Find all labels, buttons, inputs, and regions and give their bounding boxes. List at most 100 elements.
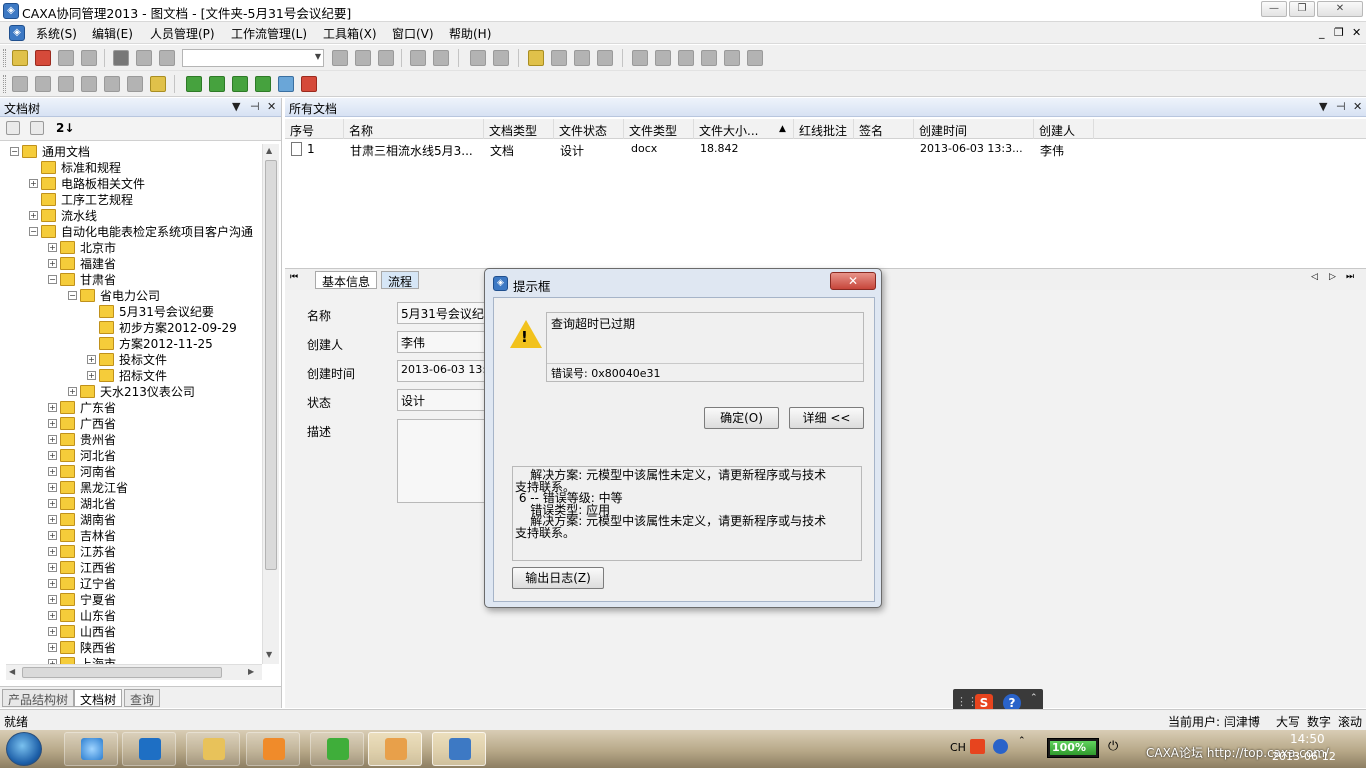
scroll-right-icon[interactable]: ▶ — [248, 667, 254, 676]
expand-icon[interactable]: + — [48, 403, 57, 412]
scroll-thumb[interactable] — [22, 667, 222, 678]
expand-icon[interactable]: + — [48, 531, 57, 540]
export-icon[interactable] — [433, 50, 449, 66]
toolbar-combo[interactable]: ▼ — [182, 49, 324, 67]
toolbar-grip[interactable] — [3, 49, 6, 67]
scroll-left-icon[interactable]: ◀ — [9, 667, 15, 676]
expand-icon[interactable]: + — [48, 467, 57, 476]
tab-product-tree[interactable]: 产品结构树 — [2, 689, 75, 707]
table-row[interactable]: 1 甘肃三相流水线5月3... 文档 设计 docx 18.842 2013-0… — [285, 139, 1366, 159]
menu-edit[interactable]: 编辑(E) — [92, 25, 133, 42]
mdi-close-button[interactable]: ✕ — [1352, 26, 1361, 39]
chevron-down-icon[interactable]: ▼ — [1319, 100, 1327, 113]
move-up-icon[interactable] — [209, 76, 225, 92]
description-field[interactable] — [397, 419, 497, 503]
archive-icon[interactable] — [127, 76, 143, 92]
expand-icon[interactable]: + — [29, 179, 38, 188]
expand-icon[interactable]: + — [48, 435, 57, 444]
collapse-icon[interactable]: − — [10, 147, 19, 156]
col-divider[interactable] — [1093, 119, 1094, 139]
tab-document-tree[interactable]: 文档树 — [74, 689, 123, 707]
tray-expand-icon[interactable]: ⌃ — [1018, 736, 1026, 746]
clock-date[interactable]: 2013-06-12 — [1272, 750, 1336, 763]
settings-gear-icon[interactable] — [724, 50, 740, 66]
expand-icon[interactable]: + — [48, 243, 57, 252]
col-name[interactable]: 名称 — [349, 122, 373, 139]
new-folder-icon[interactable] — [528, 50, 544, 66]
col-divider[interactable] — [853, 119, 854, 139]
expand-all-icon[interactable] — [6, 121, 20, 135]
preview-icon[interactable] — [493, 50, 509, 66]
pin-icon[interactable]: ⊣ — [1336, 100, 1346, 113]
col-divider[interactable] — [793, 119, 794, 139]
taskbar-sogou[interactable] — [310, 732, 364, 766]
export-log-button[interactable]: 输出日志(Z) — [512, 567, 604, 589]
check-list-icon[interactable] — [278, 76, 294, 92]
taskbar-ie[interactable] — [64, 732, 118, 766]
toolbar-grip[interactable] — [3, 75, 6, 93]
taskbar-caxa[interactable] — [432, 732, 486, 766]
col-redline[interactable]: 红线批注 — [799, 122, 847, 139]
mdi-minimize-button[interactable]: _ — [1319, 26, 1325, 39]
col-divider[interactable] — [913, 119, 914, 139]
expand-icon[interactable]: ⌃ — [1030, 693, 1038, 703]
col-divider[interactable] — [1033, 119, 1034, 139]
menu-workflow[interactable]: 工作流管理(L) — [231, 25, 307, 42]
expand-icon[interactable]: + — [48, 259, 57, 268]
expand-icon[interactable]: + — [48, 547, 57, 556]
save-all-icon[interactable] — [81, 50, 97, 66]
col-status[interactable]: 文件状态 — [559, 122, 607, 139]
close-icon[interactable]: ✕ — [1353, 100, 1362, 113]
import-icon[interactable] — [410, 50, 426, 66]
sign-icon[interactable] — [35, 76, 51, 92]
sort-icon[interactable]: 2↓ — [56, 121, 74, 135]
close-window-button[interactable]: ✕ — [1317, 1, 1363, 17]
expand-icon[interactable]: + — [48, 499, 57, 508]
remove-list-icon[interactable] — [301, 76, 317, 92]
tray-sogou-icon[interactable] — [970, 739, 985, 754]
col-created[interactable]: 创建时间 — [919, 122, 967, 139]
col-divider[interactable] — [553, 119, 554, 139]
workflow-next-icon[interactable] — [655, 50, 671, 66]
creator-field[interactable]: 李伟 — [397, 331, 497, 353]
workflow-start-icon[interactable] — [632, 50, 648, 66]
workflow-view-icon[interactable] — [701, 50, 717, 66]
tab-next-icon[interactable]: ▷ — [1329, 272, 1336, 282]
taskbar-explorer[interactable] — [186, 732, 240, 766]
cut-icon[interactable] — [113, 50, 129, 66]
mdi-doc-icon[interactable]: ◈ — [9, 25, 25, 41]
menu-window[interactable]: 窗口(V) — [392, 25, 434, 42]
name-field[interactable]: 5月31号会议纪要 — [397, 302, 497, 324]
collapse-icon[interactable]: − — [29, 227, 38, 236]
scroll-thumb[interactable] — [265, 160, 277, 570]
col-creator[interactable]: 创建人 — [1039, 122, 1075, 139]
expand-icon[interactable]: + — [48, 451, 57, 460]
created-field[interactable]: 2013-06-03 13:3 — [397, 360, 497, 382]
scroll-down-icon[interactable]: ▼ — [266, 650, 272, 659]
col-divider[interactable] — [623, 119, 624, 139]
tree-horizontal-scrollbar[interactable]: ◀ ▶ — [6, 664, 262, 680]
col-file-type[interactable]: 文件类型 — [629, 122, 677, 139]
folder-lock-icon[interactable] — [574, 50, 590, 66]
battery-indicator[interactable]: 100% — [1047, 738, 1099, 758]
expand-icon[interactable]: + — [48, 579, 57, 588]
col-divider[interactable] — [483, 119, 484, 139]
checkin-icon[interactable] — [332, 50, 348, 66]
pin-icon[interactable]: ⊣ — [250, 100, 260, 113]
move-top-icon[interactable] — [186, 76, 202, 92]
col-signature[interactable]: 签名 — [859, 122, 883, 139]
app-logo-icon[interactable]: ◈ — [3, 3, 19, 19]
expand-icon[interactable]: + — [48, 643, 57, 652]
tab-query[interactable]: 查询 — [124, 689, 161, 707]
col-divider[interactable] — [693, 119, 694, 139]
version-icon[interactable] — [58, 76, 74, 92]
collapse-icon[interactable]: − — [48, 275, 57, 284]
language-indicator[interactable]: CH — [950, 741, 966, 754]
tab-workflow[interactable]: 流程 — [381, 271, 420, 289]
tree-vertical-scrollbar[interactable]: ▲ ▼ — [262, 144, 279, 664]
paste-icon[interactable] — [159, 50, 175, 66]
error-detail-text[interactable]: 解决方案: 元模型中该属性未定义，请更新程序或与技术 支持联系。 6 -- 错误… — [512, 466, 862, 561]
workflow-back-icon[interactable] — [678, 50, 694, 66]
col-index[interactable]: 序号 — [290, 122, 314, 139]
folder-share-icon[interactable] — [597, 50, 613, 66]
